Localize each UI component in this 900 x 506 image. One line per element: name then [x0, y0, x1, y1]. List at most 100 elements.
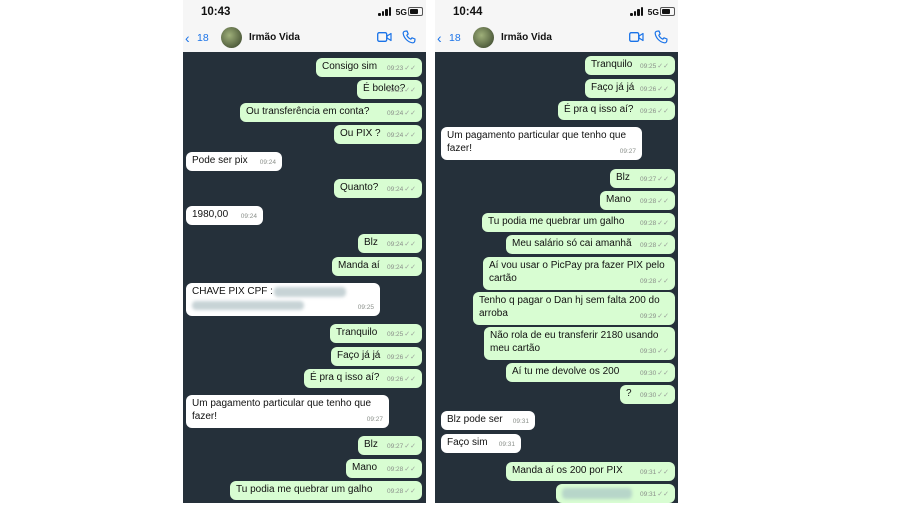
avatar[interactable]: [221, 27, 242, 48]
message-text: ?: [626, 388, 632, 399]
message-outgoing[interactable]: Tu podia me quebrar um galho 09:28✓✓: [230, 481, 422, 500]
message-outgoing[interactable]: Ou transferência em conta? 09:24✓✓: [240, 103, 422, 122]
message-text: É pra q isso aí?: [310, 372, 380, 383]
battery-icon: [660, 7, 675, 16]
message-outgoing[interactable]: Quanto? 09:24✓✓: [334, 179, 422, 198]
signal-icon: [378, 7, 392, 16]
message-outgoing[interactable]: Aí vou usar o PicPay pra fazer PIX pelo …: [483, 257, 675, 290]
avatar[interactable]: [473, 27, 494, 48]
double-check-icon: ✓✓: [404, 86, 416, 94]
message-time: 09:24✓✓: [386, 131, 416, 139]
message-outgoing[interactable]: Blz 09:27✓✓: [358, 436, 422, 455]
double-check-icon: ✓✓: [404, 131, 416, 139]
message-outgoing[interactable]: Meu salário só cai amanhã 09:28✓✓: [506, 235, 675, 254]
message-time: 09:28✓✓: [386, 465, 416, 473]
double-check-icon: ✓✓: [657, 490, 669, 498]
message-text: Faço sim: [447, 437, 488, 448]
back-chevron-icon[interactable]: ‹: [437, 30, 442, 46]
message-time: 09:23✓✓: [386, 64, 416, 72]
message-outgoing[interactable]: Tranquilo 09:25✓✓: [585, 56, 675, 75]
network-label: 5G: [647, 7, 659, 17]
message-text: Faço já já: [337, 350, 381, 361]
message-time: 09:29✓✓: [639, 312, 669, 320]
message-outgoing[interactable]: ? 09:30✓✓: [620, 385, 675, 404]
phone-screen-right: 10:44 5G ‹ 18 Irmão Vida Tranquilo 09:25✓…: [435, 0, 678, 503]
message-text: Faço já já: [591, 82, 635, 93]
message-text: Ou transferência em conta?: [246, 106, 370, 117]
chat-area[interactable]: Tranquilo 09:25✓✓ Faço já já 09:26✓✓ É pra…: [435, 52, 678, 503]
message-incoming[interactable]: Um pagamento particular que tenho que fa…: [186, 395, 389, 428]
double-check-icon: ✓✓: [404, 465, 416, 473]
back-count[interactable]: 18: [197, 32, 209, 44]
message-incoming[interactable]: Um pagamento particular que tenho que fa…: [441, 127, 642, 160]
phone-call-icon[interactable]: [654, 30, 668, 44]
message-outgoing[interactable]: Ou PIX ? 09:24✓✓: [334, 125, 422, 144]
phone-call-icon[interactable]: [402, 30, 416, 44]
message-outgoing[interactable]: Tenho q pagar o Dan hj sem falta 200 do …: [473, 292, 675, 325]
message-time: 09:28✓✓: [639, 241, 669, 249]
double-check-icon: ✓✓: [404, 263, 416, 271]
double-check-icon: ✓✓: [404, 487, 416, 495]
message-time: 09:31✓✓: [639, 468, 669, 476]
message-incoming[interactable]: 1980,00 09:24: [186, 206, 263, 225]
message-text: 1980,00: [192, 209, 229, 220]
message-time: 09:27: [366, 415, 383, 423]
double-check-icon: ✓✓: [657, 391, 669, 399]
chat-header: ‹ 18 Irmão Vida: [435, 27, 678, 52]
message-time: 09:30✓✓: [639, 369, 669, 377]
message-time: 09:24✓✓: [386, 185, 416, 193]
message-outgoing[interactable]: É pra q isso aí? 09:26✓✓: [558, 101, 675, 120]
message-outgoing[interactable]: Aí tu me devolve os 200 09:30✓✓: [506, 363, 675, 382]
message-outgoing[interactable]: 09:31✓✓: [556, 484, 675, 503]
message-time: 09:31: [498, 440, 515, 448]
message-text: Blz: [616, 172, 630, 183]
message-incoming[interactable]: Faço sim 09:31: [441, 434, 521, 453]
message-time: 09:24: [240, 212, 257, 220]
message-time: 09:24✓✓: [386, 263, 416, 271]
contact-name[interactable]: Irmão Vida: [249, 32, 300, 43]
message-outgoing[interactable]: Consigo sim 09:23✓✓: [316, 58, 422, 77]
message-outgoing[interactable]: Blz 09:27✓✓: [610, 169, 675, 188]
chat-area[interactable]: Consigo sim 09:23✓✓ É boleto? 09:23✓✓ Ou t…: [183, 52, 426, 503]
message-time: 09:26✓✓: [639, 85, 669, 93]
double-check-icon: ✓✓: [404, 185, 416, 193]
message-outgoing[interactable]: Mano 09:28✓✓: [346, 459, 422, 478]
message-text: Mano: [352, 462, 378, 473]
message-outgoing[interactable]: Tranquilo 09:25✓✓: [330, 324, 422, 343]
message-outgoing[interactable]: É pra q isso aí? 09:26✓✓: [304, 369, 422, 388]
message-time: 09:26✓✓: [639, 107, 669, 115]
message-incoming[interactable]: Pode ser pix 09:24: [186, 152, 282, 171]
message-outgoing[interactable]: Blz 09:24✓✓: [358, 234, 422, 253]
message-time: 09:27✓✓: [639, 175, 669, 183]
message-text: Tu podia me quebrar um galho: [488, 216, 625, 227]
message-time: 09:28✓✓: [639, 197, 669, 205]
double-check-icon: ✓✓: [657, 62, 669, 70]
contact-name[interactable]: Irmão Vida: [501, 32, 552, 43]
message-time: 09:23✓✓: [386, 86, 416, 94]
back-chevron-icon[interactable]: ‹: [185, 30, 190, 46]
message-text: CHAVE PIX CPF :: [192, 286, 273, 297]
status-bar: 10:44 5G: [435, 0, 678, 27]
message-outgoing[interactable]: Mano 09:28✓✓: [600, 191, 675, 210]
video-call-icon[interactable]: [629, 31, 644, 43]
video-call-icon[interactable]: [377, 31, 392, 43]
back-count[interactable]: 18: [449, 32, 461, 44]
message-text: Tu podia me quebrar um galho: [236, 484, 373, 495]
message-outgoing[interactable]: Manda aí 09:24✓✓: [332, 257, 422, 276]
message-outgoing[interactable]: Faço já já 09:26✓✓: [331, 347, 422, 366]
message-outgoing[interactable]: Manda aí os 200 por PIX 09:31✓✓: [506, 462, 675, 481]
double-check-icon: ✓✓: [657, 175, 669, 183]
message-outgoing[interactable]: É boleto? 09:23✓✓: [357, 80, 422, 99]
message-outgoing[interactable]: Faço já já 09:26✓✓: [585, 79, 675, 98]
double-check-icon: ✓✓: [657, 197, 669, 205]
message-text: Meu salário só cai amanhã: [512, 238, 632, 249]
message-outgoing[interactable]: Não rola de eu transferir 2180 usando me…: [484, 327, 675, 360]
message-text: Blz pode ser: [447, 414, 503, 425]
message-outgoing[interactable]: Tu podia me quebrar um galho 09:28✓✓: [482, 213, 675, 232]
message-incoming[interactable]: CHAVE PIX CPF : 09:25: [186, 283, 380, 316]
message-incoming[interactable]: Blz pode ser 09:31: [441, 411, 535, 430]
message-time: 09:27✓✓: [386, 442, 416, 450]
message-text: Aí tu me devolve os 200: [512, 366, 620, 377]
double-check-icon: ✓✓: [404, 442, 416, 450]
status-bar: 10:43 5G: [183, 0, 426, 27]
